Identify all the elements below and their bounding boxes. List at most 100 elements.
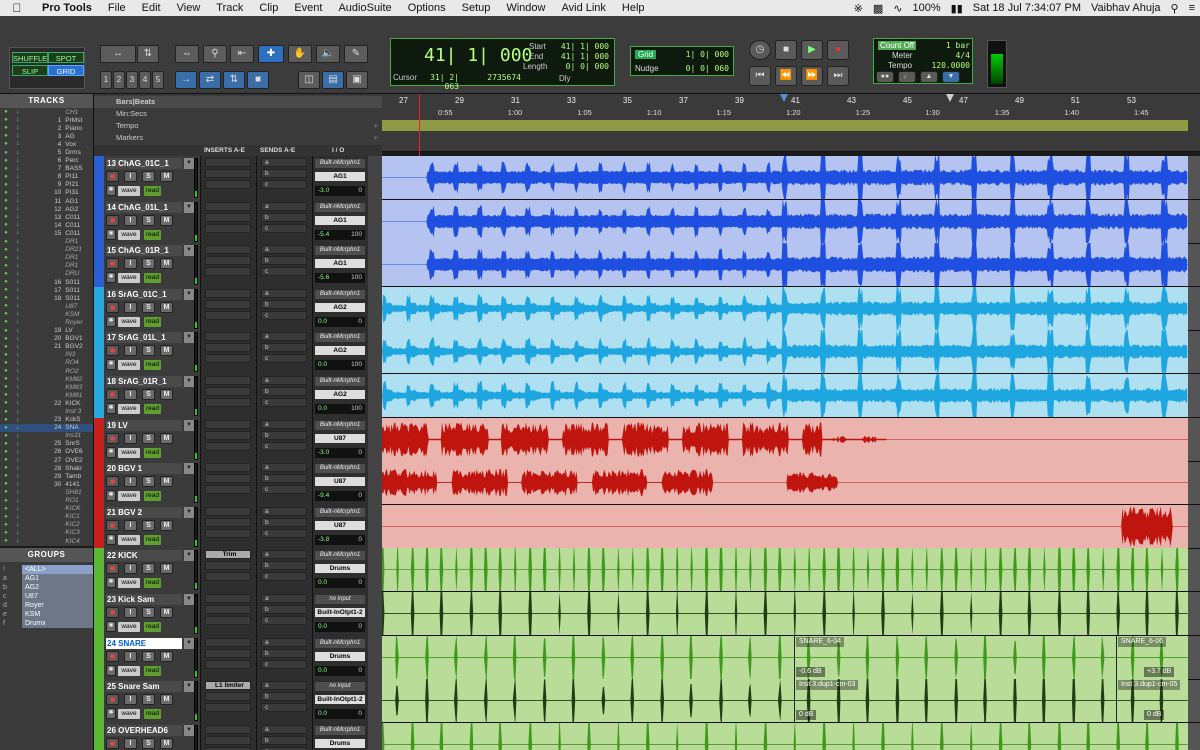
zoom-preset-2[interactable]: 2 [113, 71, 125, 89]
insert-slot[interactable] [205, 343, 251, 353]
volume-value[interactable]: -3.8 [318, 535, 329, 545]
bluetooth-icon[interactable]: ※ [849, 2, 868, 15]
automation-mode[interactable]: read [144, 186, 161, 196]
playlist-dropdown-icon[interactable]: ▼ [184, 419, 194, 431]
track-list-item[interactable]: ● ↓ 22 KICK [0, 399, 93, 407]
input-selector[interactable]: Built-nMcrphn1 [315, 725, 365, 735]
insert-slot[interactable] [205, 245, 251, 255]
automation-mode[interactable]: read [144, 316, 161, 327]
input-monitor-button[interactable]: I [124, 345, 137, 357]
volume-pan-readout[interactable]: -5.4 100 [315, 229, 365, 240]
tempo-value[interactable]: 120.0000 [930, 61, 970, 70]
volume-value[interactable]: 0.0 [318, 622, 327, 632]
send-slot[interactable]: c [261, 267, 307, 277]
pan-value[interactable]: 100 [351, 360, 362, 370]
track-color-bar[interactable] [94, 504, 104, 549]
show-hide-dot-icon[interactable]: ● [0, 409, 12, 415]
show-hide-dot-icon[interactable]: ● [0, 400, 12, 406]
track-options-icon[interactable]: ✱ [106, 446, 116, 458]
track-name[interactable]: 24 SNARE [106, 637, 182, 649]
track-list-item[interactable]: ● ↓ DR1 [0, 262, 93, 270]
menu-view[interactable]: View [169, 2, 209, 14]
tempo-lane[interactable] [382, 120, 1188, 131]
show-hide-dot-icon[interactable]: ● [0, 182, 12, 188]
count-off-bars[interactable]: 1 bar [934, 41, 970, 50]
volume-pan-readout[interactable]: -5.6 100 [315, 273, 365, 284]
track-list-item[interactable]: ● ↓ RO2 [0, 367, 93, 375]
output-selector[interactable]: U87 [315, 433, 365, 443]
nudge-label[interactable]: Nudge [635, 64, 659, 73]
clip-gain[interactable]: +3.7 dB [1144, 666, 1175, 677]
send-slot[interactable]: a [261, 376, 307, 385]
track-color-bar[interactable] [94, 592, 104, 636]
send-slot[interactable]: c [261, 441, 307, 451]
output-selector[interactable]: AG2 [315, 346, 365, 356]
automation-mode[interactable]: read [144, 534, 161, 545]
track-color-bar[interactable] [94, 243, 104, 288]
menu-edit[interactable]: Edit [134, 2, 169, 14]
show-hide-dot-icon[interactable]: ● [0, 158, 12, 164]
mute-button[interactable]: M [160, 607, 173, 618]
insert-slot[interactable] [205, 692, 251, 702]
view-selector[interactable]: wave [118, 404, 140, 414]
view-selector[interactable]: wave [118, 709, 140, 720]
send-slot[interactable]: b [261, 474, 307, 484]
track-color-bar[interactable] [94, 156, 104, 200]
track-list-item[interactable]: ● ↓ 9 PI21 [0, 181, 93, 189]
show-hide-dot-icon[interactable]: ● [0, 222, 12, 228]
track-list-item[interactable]: ● ↓ 7 BASS [0, 165, 93, 173]
track-list-item[interactable]: ● ↓ 29 Tamb [0, 472, 93, 480]
send-slot[interactable]: a [261, 506, 307, 516]
track-name[interactable]: 20 BGV 1 [106, 463, 182, 475]
automation-mode[interactable]: read [144, 273, 161, 284]
track-list-item[interactable]: ● ↓ KIC4 [0, 537, 93, 545]
link-track-icon[interactable]: ⇅ [223, 71, 245, 89]
send-slot[interactable]: a [261, 158, 307, 167]
pan-value[interactable]: 0 [358, 448, 362, 458]
solo-button[interactable]: S [142, 607, 155, 618]
track-color-bar[interactable] [94, 679, 104, 724]
record-arm-button[interactable] [106, 389, 119, 400]
pan-value[interactable]: 100 [351, 230, 362, 240]
track-playlist-lane[interactable] [382, 374, 1188, 417]
show-hide-dot-icon[interactable]: ● [0, 489, 12, 495]
send-slot[interactable]: c [261, 354, 307, 364]
send-slot[interactable]: b [261, 648, 307, 658]
send-slot[interactable]: c [261, 180, 307, 189]
view-selector[interactable]: wave [118, 447, 140, 458]
track-list-item[interactable]: ● ↓ Royer [0, 318, 93, 326]
insert-slot[interactable] [205, 256, 251, 266]
track-playlist-lane[interactable] [382, 548, 1188, 592]
input-monitor-button[interactable]: I [124, 476, 137, 488]
track-list-item[interactable]: ● ↓ SH81 [0, 488, 93, 496]
volume-value[interactable]: -5.6 [318, 273, 329, 283]
smart-tool-icon[interactable]: ✚ [258, 45, 284, 63]
menu-options[interactable]: Options [400, 2, 454, 14]
menu-avid-link[interactable]: Avid Link [553, 2, 613, 14]
pan-value[interactable]: 0 [358, 622, 362, 632]
record-arm-button[interactable] [106, 301, 119, 313]
track-list-item[interactable]: ● ↓ KSM [0, 310, 93, 318]
volume-value[interactable]: 0.0 [318, 666, 327, 676]
volume-value[interactable]: 0.0 [318, 578, 327, 588]
insert-slot[interactable] [205, 201, 251, 211]
playlist-dropdown-icon[interactable]: ▼ [184, 288, 194, 300]
output-selector[interactable]: Drums [315, 564, 365, 574]
solo-button[interactable]: S [142, 389, 155, 400]
mode-spot[interactable]: SPOT [48, 52, 84, 63]
record-arm-button[interactable] [106, 607, 119, 618]
show-hide-dot-icon[interactable]: ● [0, 473, 12, 479]
show-hide-dot-icon[interactable]: ● [0, 328, 12, 334]
record-arm-button[interactable] [106, 737, 119, 749]
track-list-item[interactable]: ● ↓ 10 PI31 [0, 189, 93, 197]
start-value[interactable]: 41| 1| 000 [559, 42, 609, 51]
track-list-item[interactable]: ● ↓ 6 Perc [0, 157, 93, 165]
input-monitor-button[interactable]: I [124, 563, 137, 575]
pan-value[interactable]: 0 [358, 317, 362, 327]
clock[interactable]: Sat 18 Jul 7:34:07 PM [968, 2, 1086, 14]
track-name[interactable]: 23 Kick Sam [106, 594, 182, 605]
output-selector[interactable]: AG1 [315, 215, 365, 225]
send-slot[interactable]: a [261, 724, 307, 734]
track-color-bar[interactable] [94, 417, 104, 462]
insert-slot[interactable] [205, 572, 251, 582]
